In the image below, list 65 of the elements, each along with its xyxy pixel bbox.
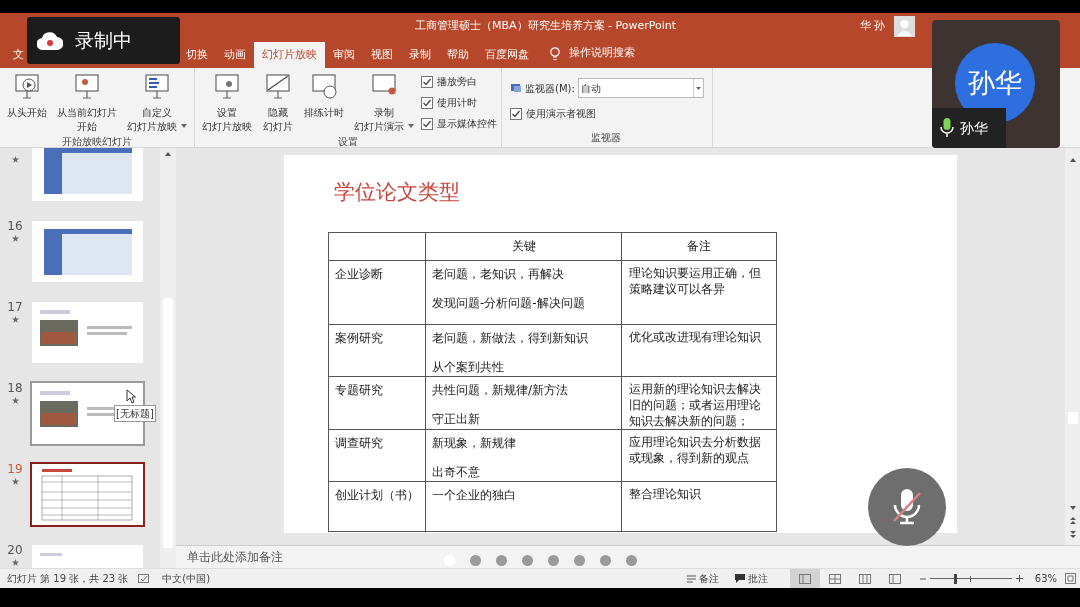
- notes-pane[interactable]: 单击此处添加备注: [176, 545, 1080, 568]
- table-cell-text: 新现象，新规律: [432, 434, 517, 452]
- checkbox-label: 使用计时: [437, 96, 477, 110]
- slide-number: 17: [7, 300, 23, 314]
- table-header-cell: 备注: [621, 232, 777, 260]
- slide-counter: 幻灯片 第 19 张，共 23 张: [7, 572, 129, 586]
- monitor-select[interactable]: 自动: [577, 78, 704, 98]
- ribbon-button[interactable]: 自定义 幻灯片放映: [124, 72, 190, 134]
- ribbon-button[interactable]: 从头开始: [4, 72, 50, 120]
- tell-me-search[interactable]: 操作说明搜索: [569, 44, 635, 61]
- table-cell-text: 老问题，新做法，得到新知识: [432, 329, 589, 347]
- ribbon-tab[interactable]: 视图: [363, 42, 401, 68]
- ribbon-tab[interactable]: 审阅: [325, 42, 363, 68]
- checkbox-label: 使用演示者视图: [526, 107, 596, 121]
- table-cell-text: 守正出新: [432, 410, 481, 428]
- ribbon-tab[interactable]: 文: [13, 42, 24, 68]
- slide-number: 16: [7, 219, 23, 233]
- slide-number: 20: [7, 543, 23, 557]
- checkbox-label: 播放旁白: [437, 75, 477, 89]
- group-label: 监视器: [590, 131, 622, 145]
- table-cell: 企业诊断: [328, 260, 426, 324]
- ribbon-button[interactable]: 隐藏 幻灯片: [259, 72, 297, 134]
- table-cell: 案例研究: [328, 324, 426, 376]
- window-title: 工商管理硕士（MBA）研究生培养方案 - PowerPoint: [415, 18, 677, 35]
- table-cell-text: 一个企业的独白: [432, 486, 517, 504]
- table-header-cell: 关键: [425, 232, 622, 260]
- monitor-label: 监视器(M):: [525, 81, 575, 96]
- zoom-reading: 63%: [1034, 572, 1057, 586]
- table-cell: 理论知识要运用正确，但策略建议可以各异: [621, 260, 777, 324]
- notes-button[interactable]: 备注: [686, 571, 719, 586]
- table-cell: 运用新的理论知识去解决旧的问题；或者运用理论知识去解决新的问题；: [621, 376, 777, 429]
- ribbon-button[interactable]: 从当前幻灯片 开始: [54, 72, 120, 134]
- table-cell-text: 出奇不意: [432, 463, 481, 481]
- ribbon-tab[interactable]: 切换: [178, 42, 216, 68]
- ribbon-tab[interactable]: 动画: [216, 42, 254, 68]
- table-cell: 专题研究: [328, 376, 426, 429]
- checkbox-label: 显示媒体控件: [437, 117, 497, 131]
- comments-button[interactable]: 批注: [734, 571, 768, 586]
- table-cell-text: 发现问题-分析问题-解决问题: [432, 294, 586, 312]
- ribbon-tab[interactable]: 幻灯片放映: [254, 42, 325, 68]
- table-cell: 调查研究: [328, 429, 426, 481]
- ribbon-button[interactable]: 排练计时: [301, 72, 347, 120]
- group-label: 开始放映幻灯片: [61, 135, 133, 149]
- table-cell: 整合理论知识: [621, 481, 777, 531]
- group-label: 设置: [337, 135, 359, 149]
- ribbon-tab[interactable]: 录制: [401, 42, 439, 68]
- table-cell-text: 老问题，老知识，再解决: [432, 265, 565, 283]
- ribbon-tab[interactable]: 百度网盘: [477, 42, 537, 68]
- table-cell: 应用理论知识去分析数据或现象，得到新的观点: [621, 429, 777, 481]
- ribbon-button[interactable]: 录制 幻灯片演示: [351, 72, 417, 134]
- slide-number: 18: [7, 381, 23, 395]
- ribbon-button[interactable]: 设置 幻灯片放映: [199, 72, 255, 134]
- table-cell-text: 从个案到共性: [432, 358, 505, 376]
- table-cell: 优化或改进现有理论知识: [621, 324, 777, 376]
- table-cell: 创业计划（书）: [328, 481, 426, 531]
- notes-placeholder: 单击此处添加备注: [187, 549, 283, 566]
- participant-name-tag: 孙华: [932, 108, 1006, 148]
- user-name: 华 孙: [860, 18, 886, 35]
- table-cell-text: 共性问题，新规律/新方法: [432, 381, 570, 399]
- recording-label: 录制中: [75, 28, 132, 54]
- slide-title: 学位论文类型: [334, 179, 461, 206]
- ribbon-tab[interactable]: 帮助: [439, 42, 477, 68]
- tooltip: [无标题]: [114, 405, 156, 422]
- language: 中文(中国): [162, 572, 211, 586]
- slide-number: 19: [7, 462, 23, 476]
